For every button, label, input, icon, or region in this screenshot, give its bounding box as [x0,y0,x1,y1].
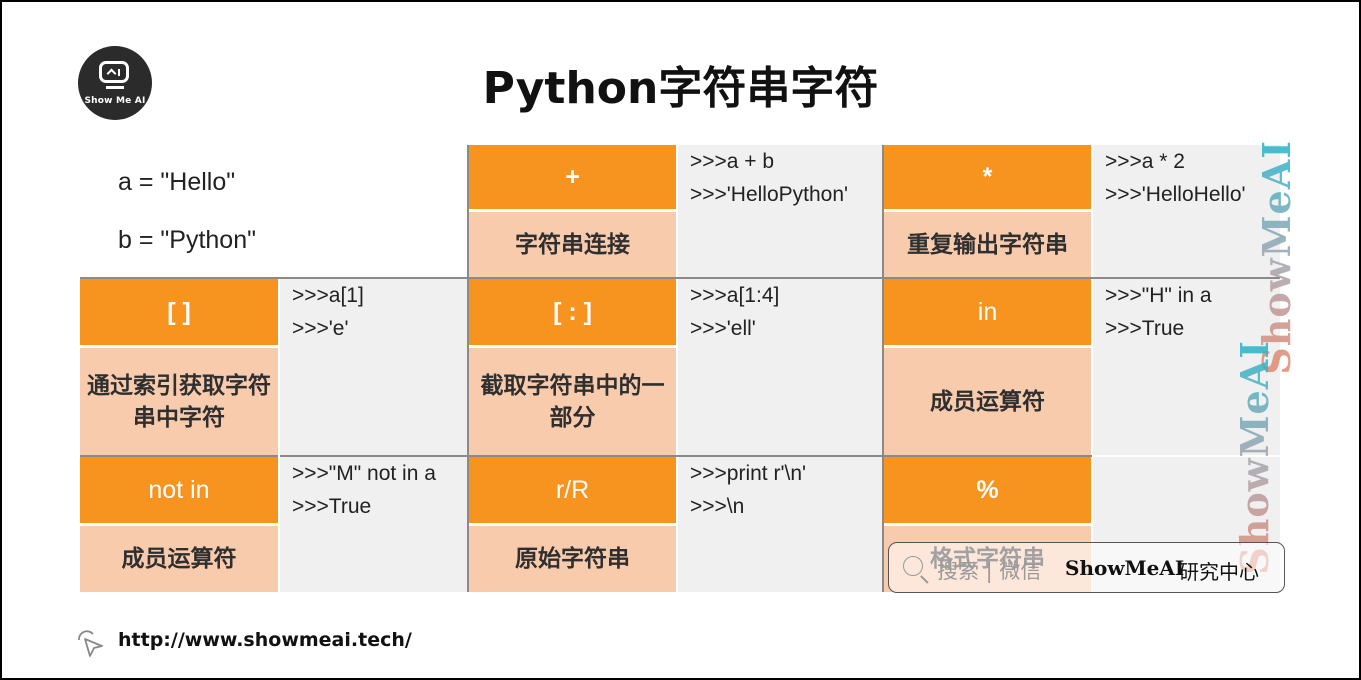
cell-divider [469,523,676,526]
code-line: >>>'e' [292,317,349,340]
page-title: Python字符串字符 [482,63,879,114]
code-line: >>>True [292,495,372,518]
column-divider [278,279,280,592]
search-badge: 搜索 | 微信 ShowMeAI 研究中心 [888,542,1285,593]
website-link[interactable]: http://www.showmeai.tech/ [118,629,412,651]
code-line: >>>'ell' [690,317,756,340]
operator-in: in [884,279,1091,345]
cell-divider [80,523,278,526]
code-line: >>>True [1105,317,1185,340]
search-hint: 搜索 | 微信 [937,559,1042,583]
operator-index-description: 通过索引获取字符串中字符 [80,348,278,455]
operator-in-description: 成员运算符 [884,348,1091,455]
operator-slice: [ : ] [469,279,676,345]
operator-repeat: * [884,145,1091,209]
code-line: >>>a[1:4] [690,284,780,307]
operator-raw-code: >>>print r'\n' >>>\n [678,457,882,592]
row-divider [80,277,1280,279]
variable-a: a = "Hello" [118,168,236,196]
operator-repeat-code: >>>a * 2 >>>'HelloHello' [1093,145,1280,277]
code-line: >>>a[1] [292,284,364,307]
operator-not-in-code: >>>"M" not in a >>>True [280,457,467,592]
operator-index-code: >>>a[1] >>>'e' [280,279,467,455]
code-line: >>>'HelloHello' [1105,183,1246,206]
cell-divider [80,345,278,348]
watermark-text: ShowMeAI [1232,340,1277,575]
code-line: >>>\n [690,495,745,518]
code-line: >>>'HelloPython' [690,183,849,206]
operator-not-in: not in [80,457,278,523]
search-brand: ShowMeAI [1065,556,1185,580]
cursor-click-icon [78,630,103,657]
operator-plus-code: >>>a + b >>>'HelloPython' [678,145,882,277]
code-line: >>>a * 2 [1105,150,1185,173]
operator-raw-description: 原始字符串 [469,526,676,592]
watermark-label: ShowMeAI [1232,340,1277,575]
variable-b: b = "Python" [118,226,256,254]
code-line: >>>"H" in a [1105,284,1212,307]
search-center: 研究中心 [1179,560,1259,584]
cell-divider [469,345,676,348]
cell-divider [884,345,1091,348]
operator-plus-description: 字符串连接 [469,212,676,277]
cell-divider [884,209,1091,212]
cell-divider [884,523,1091,526]
code-line: >>>"M" not in a [292,462,436,485]
operator-slice-code: >>>a[1:4] >>>'ell' [678,279,882,455]
operator-not-in-description: 成员运算符 [80,526,278,592]
operator-index: [ ] [80,279,278,345]
row-divider [80,455,1092,457]
operator-repeat-description: 重复输出字符串 [884,212,1091,277]
cell-divider [469,209,676,212]
operator-raw: r/R [469,457,676,523]
operator-plus: + [469,145,676,209]
code-line: >>>a + b [690,150,775,173]
operator-format: % [884,457,1091,523]
operator-slice-description: 截取字符串中的一部分 [469,348,676,455]
code-line: >>>print r'\n' [690,462,807,485]
search-icon [903,556,923,576]
